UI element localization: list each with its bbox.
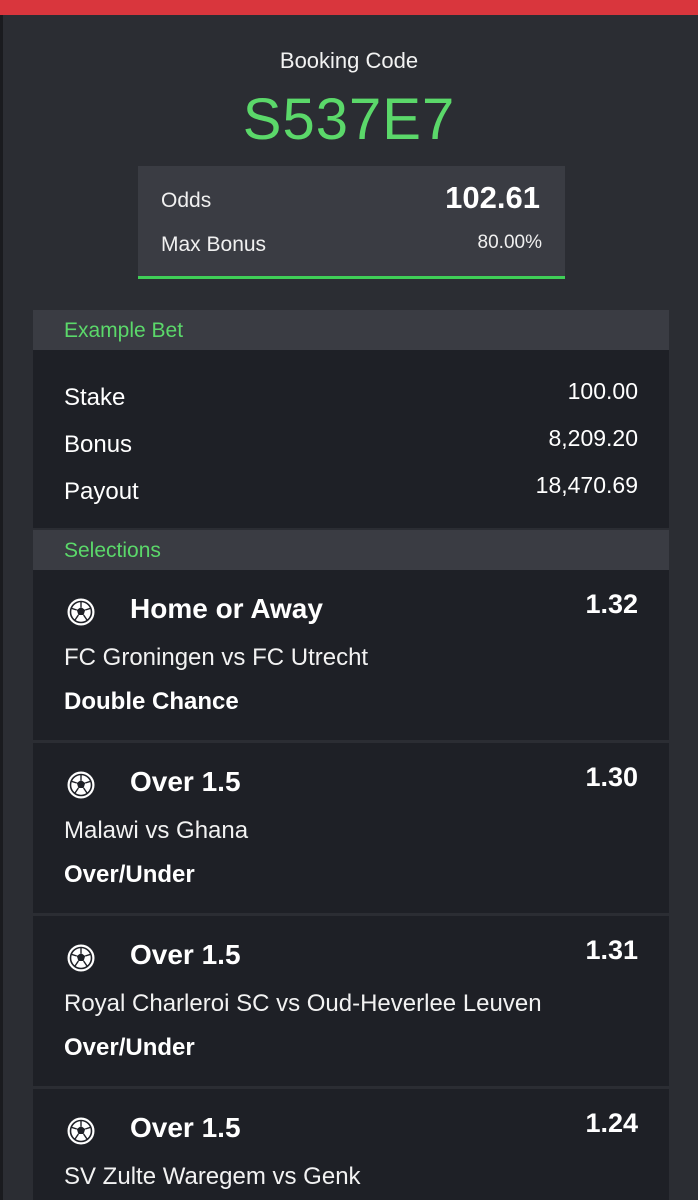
example-bet-panel: Stake 100.00 Bonus 8,209.20 Payout 18,47… — [33, 350, 669, 528]
payout-label: Payout — [64, 478, 139, 505]
bonus-label: Bonus — [64, 431, 133, 458]
soccer-ball-icon — [67, 1117, 95, 1145]
selection-market: Over/Under — [64, 1034, 195, 1061]
payout-row: Payout 18,470.69 — [64, 472, 638, 505]
odds-summary-box: Odds 102.61 Max Bonus 80.00% — [138, 166, 565, 279]
selection-match: Malawi vs Ghana — [64, 817, 249, 844]
top-status-bar — [0, 0, 698, 15]
selection-market: Double Chance — [64, 688, 239, 715]
stake-label: Stake — [64, 384, 126, 411]
selection-pick: Over 1.5 — [130, 766, 241, 797]
selection-odds: 1.31 — [585, 935, 638, 965]
selection-market: Over/Under — [64, 861, 195, 888]
payout-value: 18,470.69 — [535, 472, 638, 498]
selection-match: SV Zulte Waregem vs Genk — [64, 1163, 361, 1190]
selection-odds: 1.24 — [585, 1108, 638, 1138]
booking-code[interactable]: S537E7 — [0, 86, 698, 153]
left-edge-strip — [0, 15, 3, 1200]
example-bet-header: Example Bet — [33, 310, 669, 350]
soccer-ball-icon — [67, 598, 95, 626]
selection-pick: Over 1.5 — [130, 1112, 241, 1143]
max-bonus-label: Max Bonus — [161, 233, 267, 256]
selections-header: Selections — [33, 530, 669, 570]
soccer-ball-icon — [67, 944, 95, 972]
selection-item[interactable]: Over 1.5 1.24 SV Zulte Waregem vs Genk — [33, 1089, 669, 1200]
selection-item[interactable]: Over 1.5 1.31 Royal Charleroi SC vs Oud-… — [33, 916, 669, 1086]
max-bonus-value: 80.00% — [477, 232, 542, 253]
stake-value: 100.00 — [567, 378, 638, 404]
selection-match: FC Groningen vs FC Utrecht — [64, 644, 369, 671]
selection-odds: 1.32 — [585, 589, 638, 619]
stake-row: Stake 100.00 — [64, 378, 638, 411]
selection-pick: Home or Away — [130, 593, 323, 624]
selection-pick: Over 1.5 — [130, 939, 241, 970]
soccer-ball-icon — [67, 771, 95, 799]
bonus-row: Bonus 8,209.20 — [64, 425, 638, 458]
selection-odds: 1.30 — [585, 762, 638, 792]
bonus-value: 8,209.20 — [548, 425, 638, 451]
odds-label: Odds — [161, 189, 212, 212]
selection-match: Royal Charleroi SC vs Oud-Heverlee Leuve… — [64, 990, 542, 1017]
odds-value: 102.61 — [445, 180, 540, 215]
booking-code-label: Booking Code — [279, 48, 419, 73]
selection-item[interactable]: Home or Away 1.32 FC Groningen vs FC Utr… — [33, 570, 669, 740]
selection-item[interactable]: Over 1.5 1.30 Malawi vs Ghana Over/Under — [33, 743, 669, 913]
